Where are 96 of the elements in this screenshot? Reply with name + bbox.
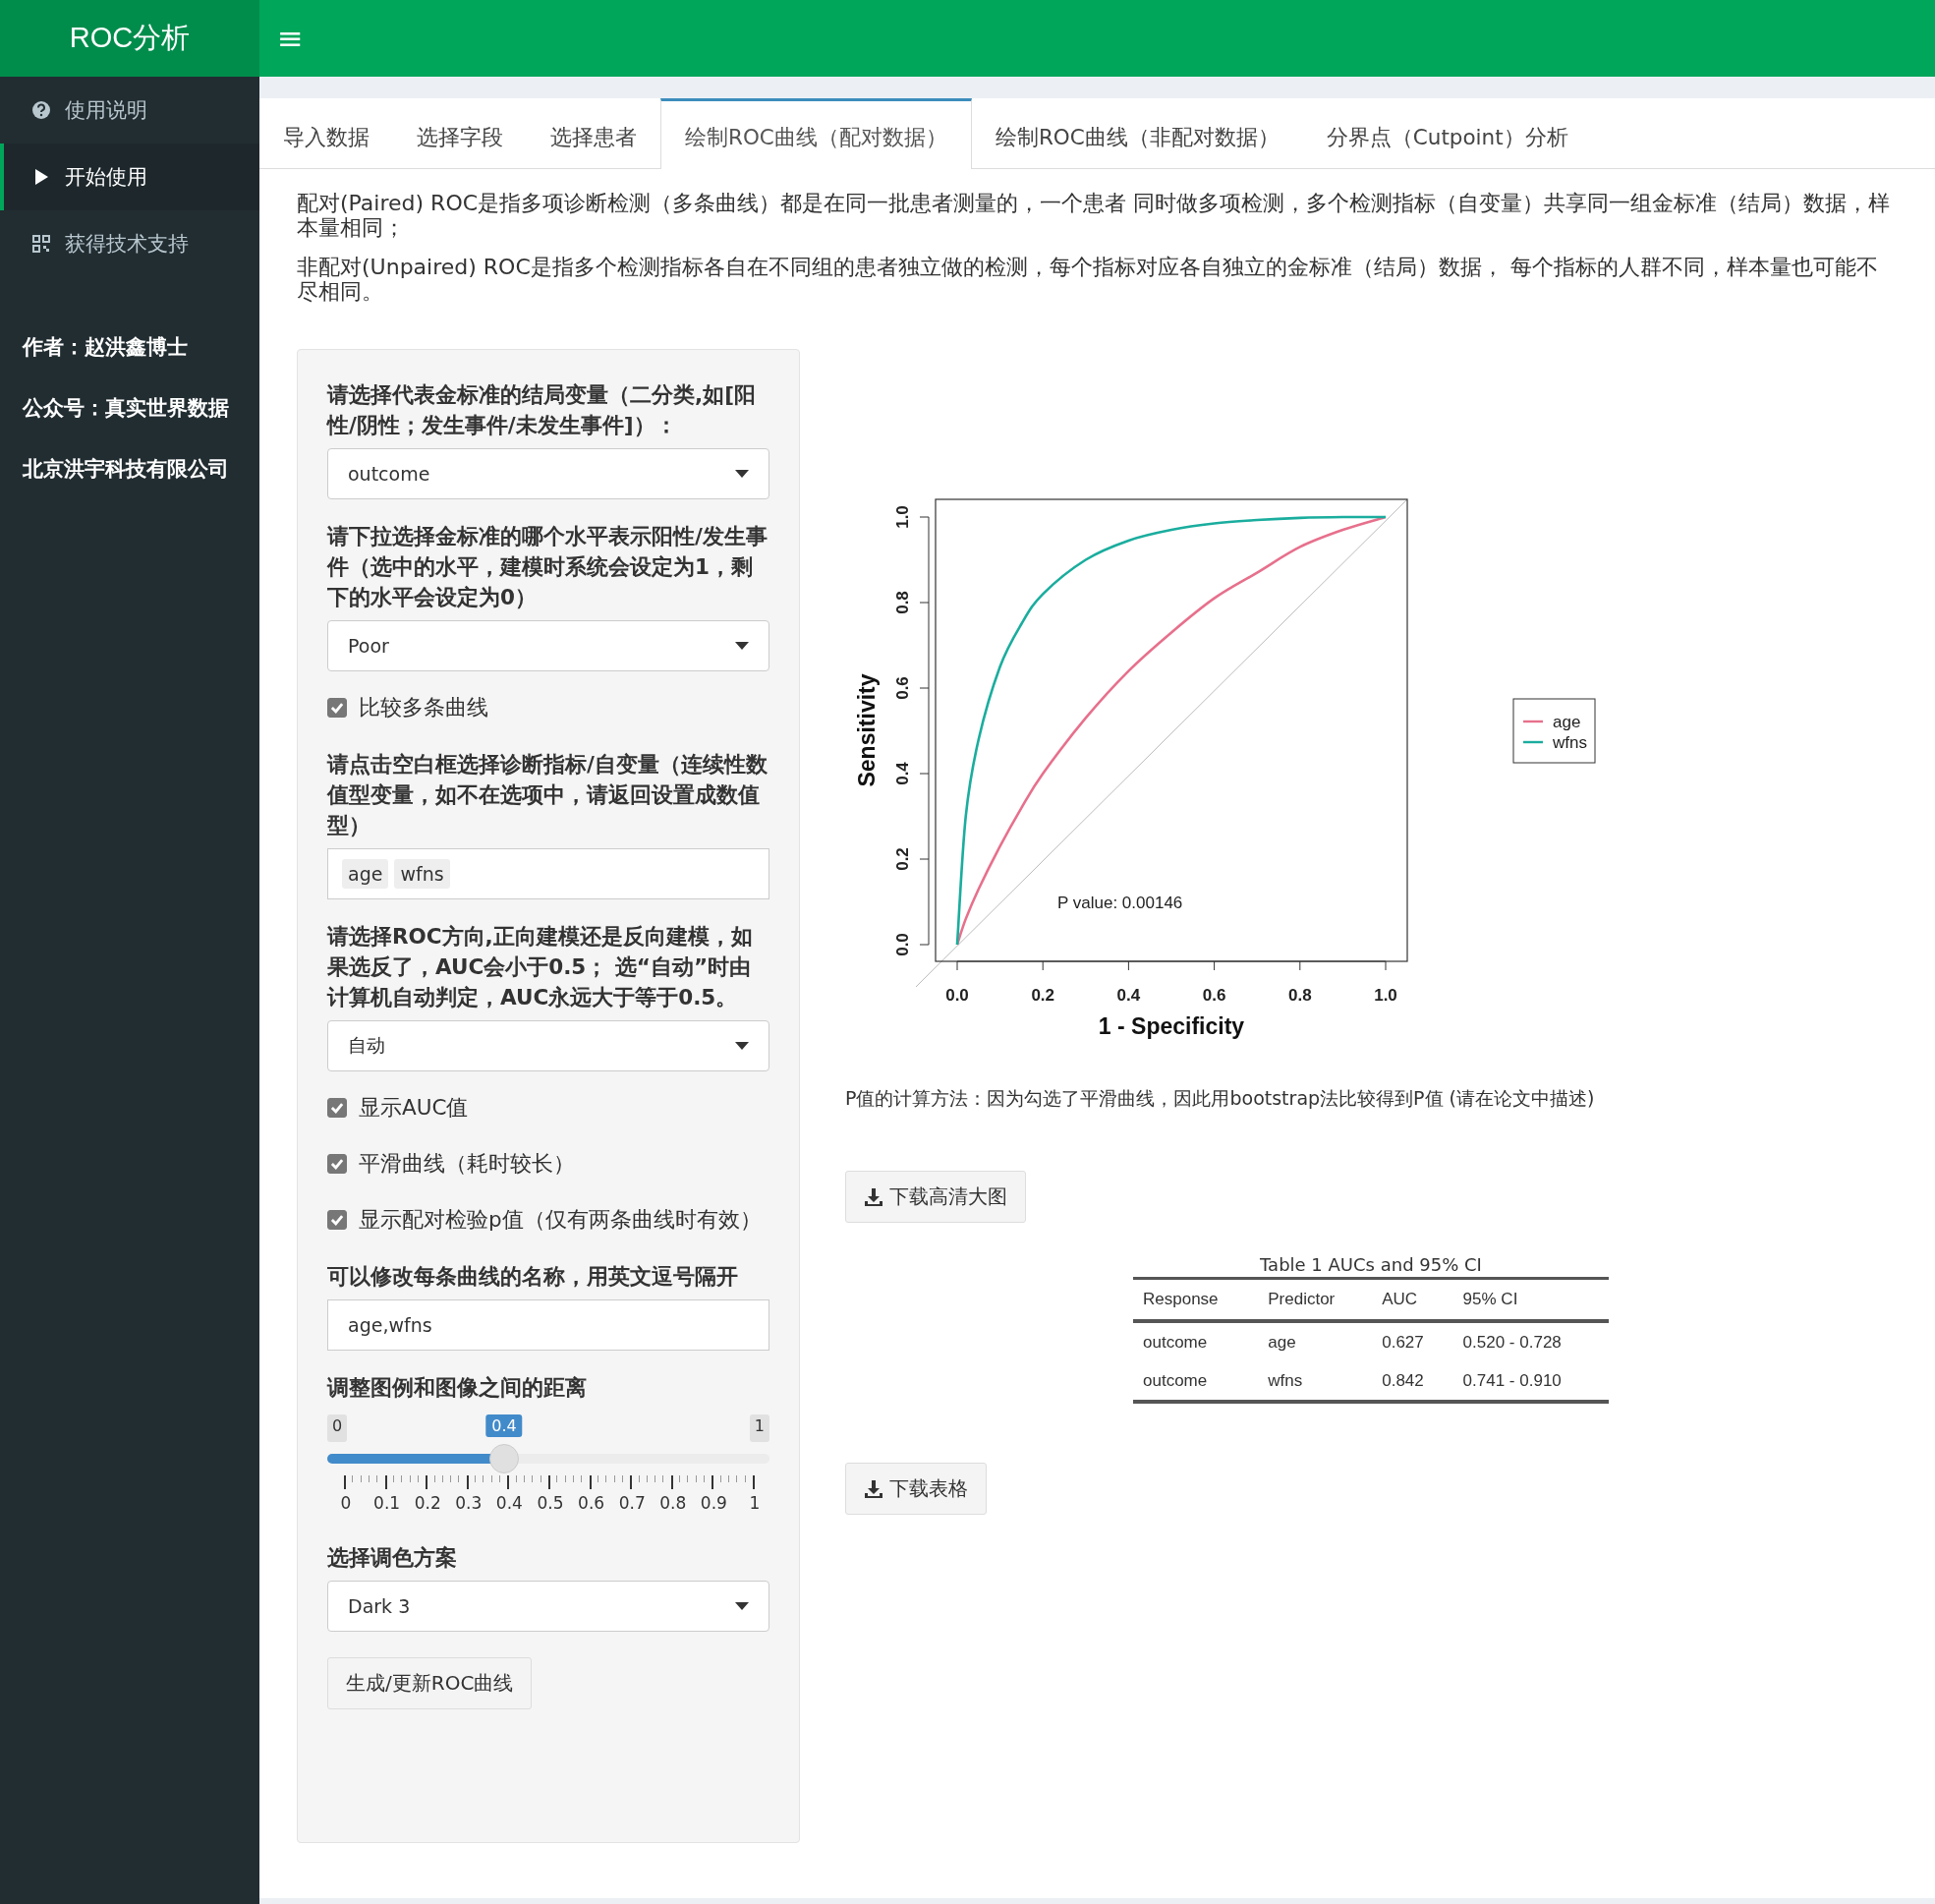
table-cell: 0.627 (1372, 1321, 1453, 1362)
x-tick-label: 0.8 (1288, 986, 1312, 1006)
field-label: 请选择ROC方向,正向建模还是反向建模，如果选反了，AUC会小于0.5； 选“自动”时由计算机自动判定，AUC永远大于等于0.5。 (327, 923, 754, 1012)
slider-tick-label: 0.6 (578, 1493, 605, 1514)
checkbox[interactable] (327, 1153, 347, 1174)
slider-handle[interactable] (489, 1444, 519, 1474)
sidebar-item[interactable]: 获得技术支持 (0, 210, 259, 277)
column-header: Response (1133, 1280, 1259, 1322)
qr-code-icon (31, 234, 51, 254)
selected-tag: age (342, 859, 389, 890)
sidebar-info-text: 北京洪宇科技有限公司 (22, 456, 230, 483)
help-icon (31, 100, 51, 120)
table-cell: wfns (1258, 1361, 1373, 1403)
table-cell: outcome (1133, 1361, 1259, 1403)
slider-tick-label: 0.5 (537, 1493, 564, 1514)
sidebar-info-text: 公众号：真实世界数据 (22, 395, 230, 422)
slider-tick-label: 0.8 (659, 1493, 687, 1514)
tab[interactable]: 绘制ROC曲线（配对数据） (660, 98, 972, 169)
download-button[interactable]: 下载高清大图 (845, 1171, 1026, 1224)
tab[interactable]: 绘制ROC曲线（非配对数据） (971, 98, 1303, 169)
table-caption: Table 1 AUCs and 95% CI (1133, 1254, 1609, 1281)
field-label: 可以修改每条曲线的名称，用英文逗号隔开 (327, 1263, 739, 1292)
dropdown[interactable]: 自动 (327, 1020, 769, 1072)
column-header: AUC (1372, 1280, 1453, 1322)
y-tick-label: 0.0 (893, 933, 912, 956)
checkbox-label: 显示AUC值 (359, 1094, 469, 1123)
x-tick-label: 0.2 (1031, 986, 1054, 1006)
download-icon (864, 1478, 883, 1499)
slider-value-label: 0.4 (485, 1414, 523, 1438)
x-tick-label: 0.6 (1202, 986, 1226, 1006)
x-axis-title: 1 - Specificity (1098, 1013, 1245, 1040)
slider-tick-label: 0.1 (373, 1493, 401, 1514)
slider-tick-label: 0.3 (455, 1493, 483, 1514)
x-tick-label: 1.0 (1374, 986, 1397, 1006)
dropdown[interactable]: Dark 3 (327, 1581, 769, 1633)
y-tick-label: 0.6 (893, 676, 912, 700)
caret-icon (735, 1042, 749, 1051)
slider-tick-label: 0 (340, 1493, 352, 1514)
field-label: 请下拉选择金标准的哪个水平表示阳性/发生事件（选中的水平，建模时系统会设定为1，剩下的水平会设定为0） (327, 523, 768, 612)
y-axis-title: Sensitivity (854, 673, 880, 787)
download-icon (864, 1186, 883, 1207)
x-tick-label: 0.4 (1116, 986, 1141, 1006)
slider-tick-label: 0.9 (700, 1493, 727, 1514)
input-field[interactable]: age,wfns (327, 1299, 769, 1352)
checkbox-label: 比较多条曲线 (359, 694, 488, 722)
slider-tick-label: 0.7 (618, 1493, 646, 1514)
field-label: 请点击空白框选择诊断指标/自变量（连续性数值型变量，如不在选项中，请返回设置成数值型） (327, 751, 768, 840)
sidebar-info-text: 作者：赵洪鑫博士 (21, 334, 189, 361)
legend-label: age (1553, 713, 1581, 732)
slider-tick-label: 0.4 (495, 1493, 523, 1514)
tab[interactable]: 导入数据 (259, 98, 393, 169)
intro-paragraph: 配对(Paired) ROC是指多项诊断检测（多条曲线）都是在同一批患者测量的，一个患者 同时做多项检测，多个检测指标（自变量）共享同一组金标准（结局）数据，样本量相同； (297, 191, 1892, 241)
field-label: 调整图例和图像之间的距离 (327, 1374, 588, 1403)
tab[interactable]: 选择字段 (393, 98, 527, 169)
y-tick-label: 0.2 (893, 847, 912, 871)
checkbox[interactable] (327, 697, 347, 718)
dropdown[interactable]: outcome (327, 448, 769, 500)
y-tick-label: 1.0 (893, 505, 912, 529)
tab[interactable]: 选择患者 (527, 98, 660, 169)
multi-select-field[interactable]: age wfns (327, 848, 769, 900)
checkbox-label: 平滑曲线（耗时较长） (359, 1150, 575, 1179)
caret-icon (735, 642, 749, 651)
column-header: Predictor (1258, 1280, 1373, 1322)
field-label: 请选择代表金标准的结局变量（二分类,如[阳性/阴性；发生事件/未发生事件]）： (327, 381, 757, 440)
field-label: 选择调色方案 (327, 1544, 458, 1573)
y-tick-label: 0.4 (893, 762, 912, 785)
p-value-annotation: P value: 0.00146 (1057, 894, 1183, 913)
download-button[interactable]: 下载表格 (845, 1463, 987, 1516)
column-header: 95% CI (1452, 1280, 1609, 1322)
slider-tick-label: 1 (749, 1493, 761, 1514)
table-cell: 0.741 - 0.910 (1452, 1361, 1609, 1403)
slider-tick-label: 0.2 (414, 1493, 441, 1514)
sidebar-item[interactable]: 开始使用 (0, 144, 259, 210)
selected-tag: wfns (394, 859, 450, 890)
checkbox[interactable] (327, 1209, 347, 1230)
table-cell: outcome (1133, 1321, 1259, 1362)
dropdown[interactable]: Poor (327, 620, 769, 672)
intro-paragraph: 非配对(Unpaired) ROC是指多个检测指标各自在不同组的患者独立做的检测，每个指标对应各自独立的金标准（结局）数据， 每个指标的人群不同，样本量也可能不尽相同。 (297, 254, 1879, 305)
checkbox[interactable] (327, 1097, 347, 1118)
slider-track[interactable] (327, 1444, 769, 1474)
p-value-note: P值的计算方法：因为勾选了平滑曲线，因此用bootstrap法比较得到P值 (请在论文中描述) (845, 1086, 1595, 1112)
table-cell: 0.520 - 0.728 (1452, 1321, 1609, 1362)
slider-min-label: 0 (327, 1414, 348, 1443)
generate-button[interactable]: 生成/更新ROC曲线 (327, 1657, 533, 1710)
checkbox-label: 显示配对检验p值（仅有两条曲线时有效） (359, 1206, 762, 1235)
x-tick-label: 0.0 (945, 986, 969, 1006)
slider-max-label: 1 (749, 1414, 769, 1443)
app-title: ROC分析 (0, 0, 259, 77)
legend-label: wfns (1553, 733, 1587, 753)
caret-icon (735, 470, 749, 479)
table-cell: age (1258, 1321, 1373, 1362)
y-tick-label: 0.8 (893, 591, 912, 614)
sidebar-item[interactable]: 使用说明 (0, 77, 259, 144)
tab[interactable]: 分界点（Cutpoint）分析 (1302, 98, 1592, 169)
caret-icon (735, 1602, 749, 1611)
table-cell: 0.842 (1372, 1361, 1453, 1403)
